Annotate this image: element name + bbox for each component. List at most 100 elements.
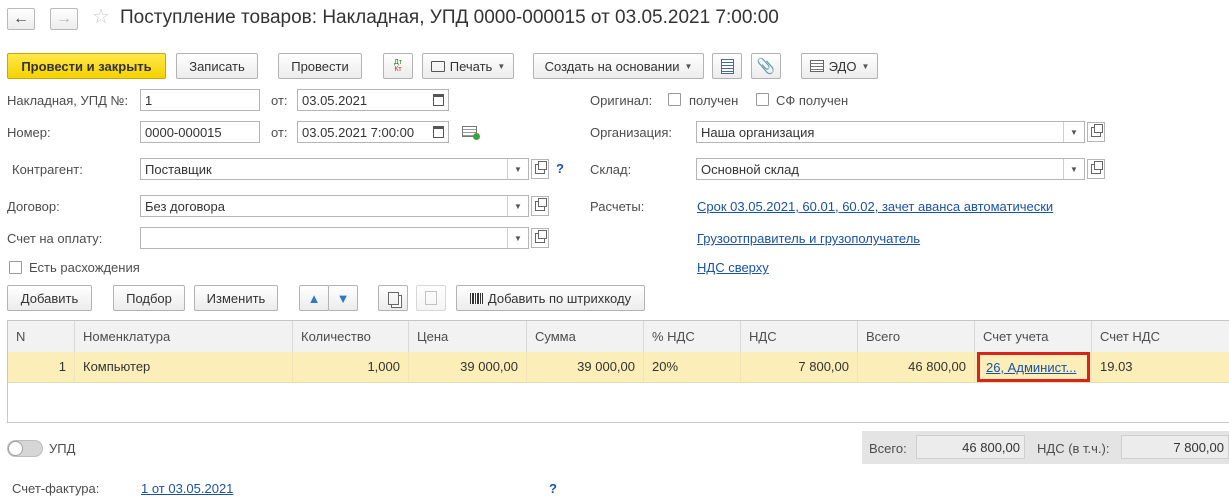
payment-invoice-field[interactable]: ▼ [140, 227, 529, 249]
contractor-value: Поставщик [145, 162, 212, 177]
upd-toggle[interactable] [7, 440, 43, 457]
cell-nomenclature[interactable]: Компьютер [75, 352, 293, 382]
paste-row-button[interactable] [416, 285, 446, 311]
contract-value: Без договора [145, 199, 225, 214]
add-by-barcode-button[interactable]: Добавить по штрихкоду [456, 285, 645, 311]
barcode-icon [469, 292, 483, 304]
change-button[interactable]: Изменить [194, 285, 278, 311]
discrepancy-checkbox[interactable] [9, 261, 22, 274]
contractor-help-icon[interactable]: ? [556, 161, 564, 176]
cell-account[interactable]: 26, Админист... [975, 352, 1092, 382]
arrow-up-icon: ▲ [307, 290, 321, 306]
paste-icon [425, 291, 437, 305]
col-header-n[interactable]: N [8, 321, 75, 352]
settlements-label: Расчеты: [590, 199, 645, 214]
print-button[interactable]: Печать ▼ [422, 53, 514, 79]
history-icon[interactable] [462, 126, 480, 140]
account-link[interactable]: 26, Админист... [977, 352, 1090, 382]
move-up-button[interactable]: ▲ [299, 285, 329, 311]
table-row[interactable]: 1 Компьютер 1,000 39 000,00 39 000,00 20… [8, 352, 1229, 383]
cell-vat-account[interactable]: 19.03 [1092, 352, 1229, 382]
col-header-total[interactable]: Всего [858, 321, 975, 352]
warehouse-open-button[interactable] [1087, 159, 1105, 179]
chevron-down-icon: ▼ [497, 61, 506, 71]
back-button[interactable]: ← [7, 8, 35, 30]
copy-row-button[interactable] [378, 285, 408, 311]
calendar-icon[interactable] [428, 90, 448, 110]
original-label: Оригинал: [590, 93, 653, 108]
save-button[interactable]: Записать [176, 53, 258, 79]
organization-open-button[interactable] [1087, 122, 1105, 142]
move-down-button[interactable]: ▼ [328, 285, 358, 311]
warehouse-field[interactable]: Основной склад ▼ [696, 158, 1085, 180]
cell-total[interactable]: 46 800,00 [858, 352, 975, 382]
col-header-vat[interactable]: НДС [741, 321, 858, 352]
number-date-label: от: [271, 125, 288, 140]
col-header-price[interactable]: Цена [409, 321, 527, 352]
payment-invoice-open-button[interactable] [531, 228, 549, 248]
invoice-number-label: Накладная, УПД №: [7, 93, 129, 108]
post-button[interactable]: Провести [278, 53, 362, 79]
edo-icon [809, 60, 824, 72]
invoice-number-field[interactable]: 1 [140, 89, 260, 111]
structure-button[interactable] [712, 53, 742, 79]
organization-field[interactable]: Наша организация ▼ [696, 121, 1085, 143]
number-label: Номер: [7, 125, 51, 140]
invoice-link[interactable]: 1 от 03.05.2021 [141, 481, 233, 496]
open-icon [535, 198, 547, 211]
print-label: Печать [449, 58, 493, 74]
invoice-help-icon[interactable]: ? [549, 481, 557, 496]
chevron-down-icon[interactable]: ▼ [507, 196, 528, 216]
chevron-down-icon[interactable]: ▼ [1063, 122, 1084, 142]
col-header-quantity[interactable]: Количество [293, 321, 409, 352]
arrow-down-icon: ▼ [336, 290, 350, 306]
forward-button[interactable]: → [50, 8, 78, 30]
number-datetime-field[interactable]: 03.05.2021 7:00:00 [297, 121, 449, 143]
create-based-on-button[interactable]: Создать на основании ▼ [533, 53, 704, 79]
cell-sum[interactable]: 39 000,00 [527, 352, 644, 382]
chevron-down-icon: ▼ [684, 61, 693, 71]
cell-quantity[interactable]: 1,000 [293, 352, 409, 382]
cell-vat-rate[interactable]: 20% [644, 352, 741, 382]
edo-button[interactable]: ЭДО ▼ [801, 53, 878, 79]
attach-button[interactable]: 📎 [751, 53, 781, 79]
add-row-button[interactable]: Добавить [7, 285, 92, 311]
col-header-vat-rate[interactable]: % НДС [644, 321, 741, 352]
cell-price[interactable]: 39 000,00 [409, 352, 527, 382]
col-header-sum[interactable]: Сумма [527, 321, 644, 352]
post-and-close-button[interactable]: Провести и закрыть [7, 53, 166, 79]
chevron-down-icon[interactable]: ▼ [507, 228, 528, 248]
dt-kt-button[interactable]: Дт Кт [383, 53, 413, 79]
open-icon [535, 230, 547, 243]
table-header: N Номенклатура Количество Цена Сумма % Н… [8, 321, 1229, 353]
number-field[interactable]: 0000-000015 [140, 121, 260, 143]
shipper-consignee-link[interactable]: Грузоотправитель и грузополучатель [697, 231, 920, 246]
invoice-date-field[interactable]: 03.05.2021 [297, 89, 449, 111]
chevron-down-icon: ▼ [861, 61, 870, 71]
invoice-date-value: 03.05.2021 [302, 93, 368, 108]
total-value: 46 800,00 [916, 435, 1025, 459]
chevron-down-icon[interactable]: ▼ [507, 159, 528, 179]
arrow-left-icon: ← [13, 10, 29, 27]
vat-on-top-link[interactable]: НДС сверху [697, 260, 769, 275]
chevron-down-icon[interactable]: ▼ [1063, 159, 1084, 179]
settlements-link[interactable]: Срок 03.05.2021, 60.01, 60.02, зачет ава… [697, 199, 1053, 214]
sf-received-checkbox[interactable] [756, 93, 769, 106]
cell-n[interactable]: 1 [8, 352, 75, 382]
contract-field[interactable]: Без договора ▼ [140, 195, 529, 217]
original-received-checkbox[interactable] [668, 93, 681, 106]
col-header-account[interactable]: Счет учета [975, 321, 1092, 352]
col-header-nomenclature[interactable]: Номенклатура [75, 321, 293, 352]
contract-open-button[interactable] [531, 196, 549, 216]
calendar-icon[interactable] [428, 122, 448, 142]
favorite-star-icon[interactable]: ☆ [92, 7, 110, 27]
cell-vat[interactable]: 7 800,00 [741, 352, 858, 382]
discrepancy-label: Есть расхождения [29, 260, 140, 275]
contractor-open-button[interactable] [531, 159, 549, 179]
pick-button[interactable]: Подбор [113, 285, 185, 311]
contractor-field[interactable]: Поставщик ▼ [140, 158, 529, 180]
create-based-label: Создать на основании [544, 58, 680, 74]
goods-table: N Номенклатура Количество Цена Сумма % Н… [7, 320, 1229, 423]
sf-received-label: СФ получен [776, 93, 849, 108]
col-header-vat-account[interactable]: Счет НДС [1092, 321, 1229, 352]
